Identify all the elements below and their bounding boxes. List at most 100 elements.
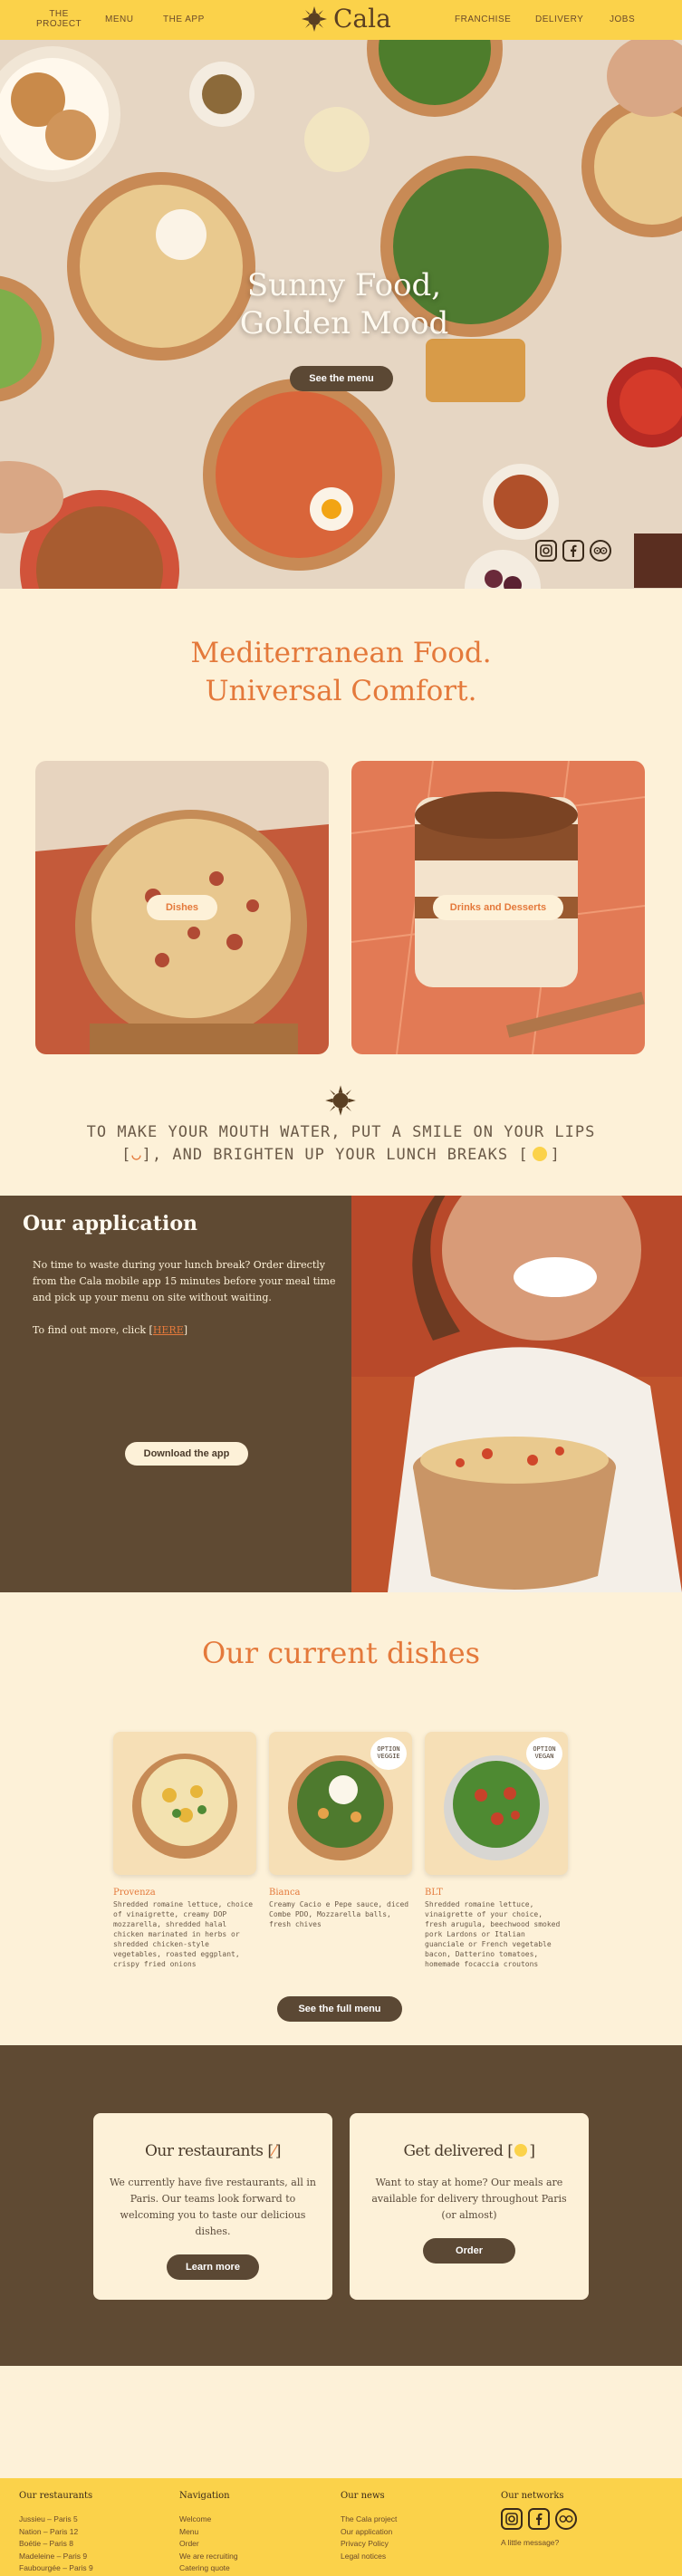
- app-photo: [351, 1196, 682, 1592]
- dishes-card-label: Dishes: [147, 895, 217, 920]
- footer-restaurants: Our restaurants Jussieu – Paris 5 Nation…: [19, 2491, 93, 2575]
- delivery-title-bracket: ]: [529, 2142, 535, 2160]
- hero-title-line1: Sunny Food,: [246, 267, 442, 303]
- footer-news-title: Our news: [341, 2491, 385, 2501]
- footer-link[interactable]: Menu: [179, 2526, 238, 2539]
- nav-the-project-line2: PROJECT: [36, 19, 82, 29]
- delivery-panel: Get delivered [] Want to stay at home? O…: [350, 2113, 589, 2300]
- footer-link[interactable]: Nation – Paris 12: [19, 2526, 93, 2539]
- footer-message-link[interactable]: A little message?: [501, 2537, 577, 2550]
- download-app-button[interactable]: Download the app: [125, 1442, 248, 1466]
- see-full-menu-button[interactable]: See the full menu: [277, 1996, 402, 2022]
- hero-title: Sunny Food, Golden Mood: [199, 266, 489, 342]
- app-title: Our application: [23, 1212, 197, 1235]
- headline-line1: Mediterranean Food.: [190, 637, 492, 669]
- dish-card[interactable]: Provenza Shredded romaine lettuce, choic…: [113, 1732, 256, 1969]
- tagline: TO MAKE YOUR MOUTH WATER, PUT A SMILE ON…: [0, 1121, 682, 1167]
- nav-the-app[interactable]: THE APP: [163, 14, 205, 24]
- footer-link[interactable]: Order: [179, 2538, 238, 2551]
- footer-navigation-title: Navigation: [179, 2491, 230, 2501]
- dish-name: BLT: [425, 1888, 443, 1898]
- dish-card[interactable]: OPTION VEGGIE Bianca Creamy Cacio e Pepe…: [269, 1732, 412, 1929]
- nav-menu[interactable]: MENU: [105, 14, 133, 24]
- footer-networks: Our networks A little message?: [501, 2491, 577, 2550]
- sun-icon: [514, 2144, 528, 2157]
- logo[interactable]: Cala: [301, 4, 391, 34]
- dish-image: OPTION VEGAN: [425, 1732, 568, 1875]
- footer-link[interactable]: Our application: [341, 2526, 397, 2539]
- tagline-line2: [◡], AND BRIGHTEN UP YOUR LUNCH BREAKS […: [0, 1144, 682, 1167]
- footer-link[interactable]: We are recruiting: [179, 2551, 238, 2563]
- option-veggie-badge: OPTION VEGGIE: [370, 1737, 407, 1770]
- nav-jobs[interactable]: JOBS: [610, 14, 635, 24]
- dish-name: Bianca: [269, 1888, 301, 1898]
- dish-name: Provenza: [113, 1888, 156, 1898]
- nav-the-project-line1: THE: [49, 9, 69, 19]
- footer-link[interactable]: Catering quote: [179, 2562, 238, 2575]
- restaurants-title: Our restaurants [⁄]: [93, 2142, 332, 2160]
- facebook-icon[interactable]: [562, 540, 584, 562]
- info-band: Our restaurants [⁄] We currently have fi…: [0, 2045, 682, 2366]
- smile-icon: ◡: [131, 1146, 142, 1164]
- sun-icon: [325, 1085, 356, 1116]
- restaurants-title-bracket: ]: [274, 2142, 282, 2160]
- option-vegan-badge: OPTION VEGAN: [526, 1737, 562, 1770]
- drinks-card[interactable]: Drinks and Desserts: [351, 761, 645, 1054]
- delivery-title: Get delivered []: [350, 2142, 589, 2160]
- top-nav: THE PROJECT MENU THE APP Cala FRANCHISE …: [0, 0, 682, 40]
- dish-image: [113, 1732, 256, 1875]
- footer-news: Our news The Cala project Our applicatio…: [341, 2491, 397, 2562]
- footer-link[interactable]: Welcome: [179, 2514, 238, 2526]
- tripadvisor-icon[interactable]: [555, 2508, 577, 2530]
- footer-link[interactable]: Jussieu – Paris 5: [19, 2514, 93, 2526]
- learn-more-button[interactable]: Learn more: [167, 2254, 259, 2280]
- tagline-bracket-open: [: [121, 1146, 132, 1164]
- dish-card[interactable]: OPTION VEGAN BLT Shredded romaine lettuc…: [425, 1732, 568, 1969]
- footer-restaurants-title: Our restaurants: [19, 2491, 93, 2501]
- app-here-link[interactable]: HERE: [153, 1324, 184, 1336]
- restaurants-title-text: Our restaurants [: [144, 2142, 274, 2160]
- sun-icon: [532, 1147, 547, 1161]
- footer-link[interactable]: Faubourgée – Paris 9: [19, 2562, 93, 2575]
- delivery-title-text: Get delivered [: [403, 2142, 514, 2160]
- delivery-text: Want to stay at home? Our meals are avai…: [371, 2177, 567, 2221]
- app-section: Our application No time to waste during …: [0, 1196, 682, 1592]
- dish-description: Creamy Cacio e Pepe sauce, diced Combe P…: [269, 1900, 409, 1928]
- app-more-suffix: ]: [183, 1324, 188, 1336]
- sun-logo-icon: [302, 5, 327, 32]
- hero-title-line2: Golden Mood: [239, 305, 449, 341]
- nav-franchise[interactable]: FRANCHISE: [455, 14, 511, 24]
- dishes-card[interactable]: Dishes: [35, 761, 329, 1054]
- instagram-icon[interactable]: [535, 540, 557, 562]
- footer-link[interactable]: Madeleine – Paris 9: [19, 2551, 93, 2563]
- nav-the-project[interactable]: THE PROJECT: [36, 9, 82, 29]
- order-button[interactable]: Order: [423, 2238, 515, 2264]
- dish-description: Shredded romaine lettuce, choice of vina…: [113, 1900, 254, 1968]
- section-headline: Mediterranean Food. Universal Comfort.: [0, 634, 682, 710]
- headline-line2: Universal Comfort.: [205, 675, 477, 707]
- see-menu-button[interactable]: See the menu: [290, 366, 393, 391]
- footer-link[interactable]: The Cala project: [341, 2514, 397, 2526]
- hero: Sunny Food, Golden Mood See the menu: [0, 40, 682, 589]
- footer-link[interactable]: Boétie – Paris 8: [19, 2538, 93, 2551]
- app-more: To find out more, click [HERE]: [33, 1322, 341, 1339]
- app-text-panel: Our application No time to waste during …: [0, 1196, 351, 1592]
- tagline-line1: TO MAKE YOUR MOUTH WATER, PUT A SMILE ON…: [86, 1123, 596, 1141]
- tagline-bracket-close: ]: [550, 1146, 561, 1164]
- hero-social-links: [535, 540, 611, 562]
- nav-delivery[interactable]: DELIVERY: [535, 14, 583, 24]
- logo-word: Cala: [333, 4, 391, 34]
- facebook-icon[interactable]: [528, 2508, 550, 2530]
- drinks-card-label: Drinks and Desserts: [433, 895, 563, 920]
- instagram-icon[interactable]: [501, 2508, 523, 2530]
- app-description: No time to waste during your lunch break…: [33, 1259, 336, 1303]
- dish-description: Shredded romaine lettuce, vinaigrette of…: [425, 1900, 561, 1968]
- footer-link[interactable]: Legal notices: [341, 2551, 397, 2563]
- tripadvisor-icon[interactable]: [590, 540, 611, 562]
- footer-link[interactable]: Privacy Policy: [341, 2538, 397, 2551]
- restaurants-panel: Our restaurants [⁄] We currently have fi…: [93, 2113, 332, 2300]
- tagline-line2-text: ], AND BRIGHTEN UP YOUR LUNCH BREAKS [: [141, 1146, 529, 1164]
- footer-social-icons: [501, 2508, 577, 2530]
- app-more-prefix: To find out more, click [: [33, 1324, 153, 1336]
- footer: Our restaurants Jussieu – Paris 5 Nation…: [0, 2478, 682, 2576]
